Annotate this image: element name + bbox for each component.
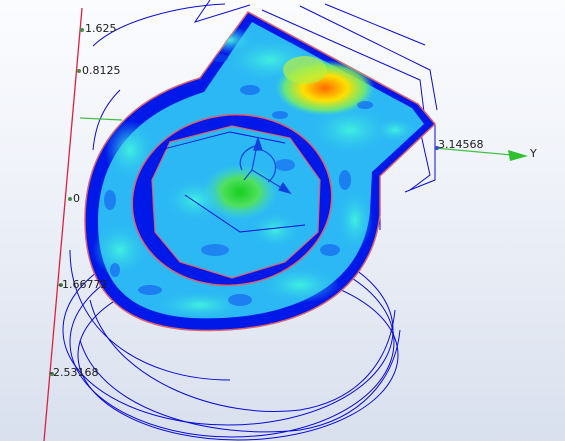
z-tick-label: 0 — [73, 192, 80, 205]
y-tick-label: 3.14568 — [438, 138, 484, 151]
z-tick-label: 1.625 — [85, 22, 117, 35]
z-tick-label: -2.53168 — [49, 366, 99, 379]
y-axis-label: Y — [530, 147, 537, 160]
graphics-viewport[interactable]: 1.625 0.8125 0 -1.66772 -2.53168 3.14568… — [0, 0, 565, 441]
z-tick-dot — [68, 197, 72, 201]
z-tick-dot — [80, 28, 84, 32]
z-tick-label: -1.66772 — [58, 278, 108, 291]
z-tick-dot — [77, 69, 81, 73]
part-contour-plot[interactable] — [84, 11, 437, 332]
z-tick-label: 0.8125 — [82, 64, 121, 77]
y-axis-arrow-icon — [508, 150, 528, 161]
